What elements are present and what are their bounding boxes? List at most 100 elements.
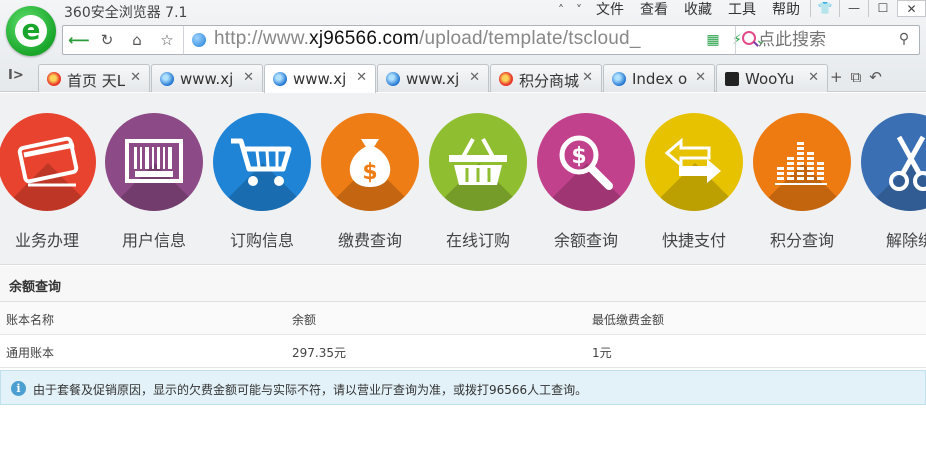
service-online-order[interactable]: 在线订购	[427, 113, 529, 250]
service-label: 用户信息	[121, 231, 186, 250]
table-row: 通用账本 297.35元 1元	[0, 335, 926, 368]
service-circle	[213, 113, 311, 211]
service-icon-bar: 业务办理 用户信息 订购信息 $ 缴费查询 在线订购 $ 余额查询 快捷支付 积…	[0, 93, 926, 265]
minimize-button[interactable]: —	[839, 0, 868, 17]
back-arrow-icon[interactable]: ⟵	[67, 29, 91, 51]
service-order-info[interactable]: 订购信息	[211, 113, 313, 250]
notice-text: 由于套餐及促销原因，显示的欠费金额可能与实际不符，请以营业厅查询为准，或拨打96…	[33, 383, 588, 397]
svg-text:$: $	[362, 160, 377, 185]
service-circle	[645, 113, 743, 211]
menu-help[interactable]: 帮助	[764, 1, 808, 19]
column-header-account: 账本名称	[6, 313, 55, 327]
service-label: 业务办理	[14, 231, 79, 250]
service-circle	[753, 113, 851, 211]
undo-close-icon[interactable]: ↶	[869, 68, 882, 86]
service-label: 在线订购	[445, 231, 510, 250]
wooyun-favicon-icon	[725, 72, 739, 86]
service-payment-query[interactable]: $ 缴费查询	[319, 113, 421, 250]
magnifier-dollar-icon: $	[559, 135, 613, 190]
tab-points-mall[interactable]: 积分商城 ✕	[490, 64, 602, 92]
close-icon[interactable]: ✕	[582, 70, 593, 85]
star-icon[interactable]: ☆	[155, 29, 179, 51]
close-icon[interactable]: ✕	[130, 70, 141, 85]
balance-table: 账本名称 余额 最低缴费金额 通用账本 297.35元 1元	[0, 302, 926, 368]
tab-www-active[interactable]: www.xj ✕	[264, 64, 376, 93]
url-scheme: http://www.	[214, 28, 310, 49]
search-icon[interactable]: ⚲	[895, 30, 913, 48]
service-label: 余额查询	[553, 231, 618, 250]
tab-tools: + ⧉ ↶	[830, 68, 882, 86]
tab-label: WooYu	[745, 70, 795, 88]
tab-sidebar-toggle-icon[interactable]: I>	[8, 68, 24, 83]
skin-icon[interactable]: 👕	[810, 0, 839, 17]
close-icon[interactable]: ✕	[695, 70, 706, 85]
cart-icon	[231, 138, 292, 186]
search-input[interactable]	[758, 28, 888, 52]
tab-index[interactable]: Index o ✕	[603, 64, 715, 92]
service-unbind[interactable]: 解除绑	[859, 113, 926, 250]
scissors-icon	[889, 135, 926, 191]
chevron-down-icon[interactable]: ˅	[570, 1, 588, 19]
globe-icon	[192, 33, 206, 47]
basket-icon	[449, 138, 507, 185]
tab-www-3[interactable]: www.xj ✕	[377, 64, 489, 92]
address-bar[interactable]: http://www.xj96566.com/upload/template/t…	[183, 26, 775, 54]
home-icon[interactable]: ⌂	[125, 29, 149, 51]
ie-favicon-icon	[612, 72, 626, 86]
service-user-info[interactable]: 用户信息	[103, 113, 205, 250]
navigation-bar: ⟵ ↻ ⌂ ☆ http://www.xj96566.com/upload/te…	[62, 25, 920, 55]
tab-label: Index o	[632, 70, 688, 88]
search-box: ⚲	[735, 26, 919, 54]
close-icon[interactable]: ✕	[469, 70, 480, 85]
service-balance-query[interactable]: $ 余额查询	[535, 113, 637, 250]
close-icon[interactable]: ✕	[243, 70, 254, 85]
service-label: 积分查询	[769, 231, 834, 250]
cell-balance: 297.35元	[292, 346, 346, 360]
refresh-icon[interactable]: ↻	[95, 29, 119, 51]
close-icon[interactable]: ✕	[808, 70, 819, 85]
arrows-icon	[664, 137, 721, 183]
tab-strip: I> 首页 天L ✕ www.xj ✕ www.xj ✕ www.xj ✕ 积分…	[0, 62, 926, 93]
new-tab-plus-icon[interactable]: +	[830, 68, 843, 86]
tab-label: www.xj	[180, 70, 234, 88]
tab-www-1[interactable]: www.xj ✕	[151, 64, 263, 92]
menu-view[interactable]: 查看	[632, 1, 676, 19]
service-circle	[0, 113, 96, 211]
close-icon[interactable]: ✕	[356, 70, 367, 85]
service-points-query[interactable]: 积分查询	[751, 113, 853, 250]
service-quick-pay[interactable]: 快捷支付	[643, 113, 745, 250]
url-text[interactable]: http://www.xj96566.com/upload/template/t…	[214, 28, 644, 50]
qr-code-icon[interactable]: ▦	[703, 30, 723, 50]
search-engine-icon[interactable]	[742, 31, 756, 45]
service-label: 订购信息	[229, 231, 294, 250]
column-header-balance: 余额	[292, 313, 317, 327]
card-icon	[17, 136, 79, 187]
tab-list-icon[interactable]: ⧉	[851, 68, 862, 86]
chevron-up-icon[interactable]: ˄	[552, 1, 570, 19]
maximize-button[interactable]: ☐	[868, 0, 897, 17]
table-header-row: 账本名称 余额 最低缴费金额	[0, 302, 926, 335]
browser-chrome: e 360安全浏览器 7.1 ˄ ˅ 文件 查看 收藏 工具 帮助 👕 — ☐ …	[0, 0, 926, 93]
menu-file[interactable]: 文件	[588, 1, 632, 19]
ie-favicon-icon	[273, 72, 287, 86]
menu-tools[interactable]: 工具	[720, 1, 764, 19]
browser-logo-icon[interactable]: e	[6, 6, 56, 56]
window-controls: 👕 — ☐ ✕	[810, 0, 926, 17]
browser-title: 360安全浏览器 7.1	[64, 5, 188, 21]
info-icon: i	[11, 381, 26, 396]
service-circle	[861, 113, 926, 211]
service-label: 解除绑	[885, 231, 926, 250]
service-label: 快捷支付	[661, 231, 726, 250]
tab-wooyun[interactable]: WooYu ✕	[716, 64, 828, 92]
section-header: 余额查询	[0, 266, 926, 302]
cell-account-name: 通用账本	[6, 346, 55, 360]
svg-text:$: $	[571, 144, 586, 169]
tab-home[interactable]: 首页 天L ✕	[38, 64, 150, 92]
menu-bar: ˄ ˅ 文件 查看 收藏 工具 帮助	[552, 1, 808, 19]
close-button[interactable]: ✕	[897, 0, 926, 17]
tab-label: www.xj	[406, 70, 460, 88]
menu-favorites[interactable]: 收藏	[676, 1, 720, 19]
tab-label: www.xj	[293, 70, 347, 88]
cell-min-payment: 1元	[592, 346, 612, 360]
service-business[interactable]: 业务办理	[0, 113, 98, 250]
